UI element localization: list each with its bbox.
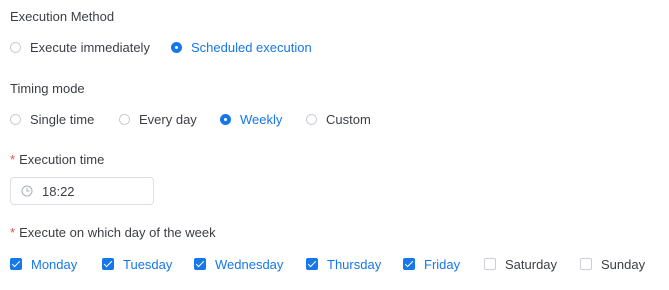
radio-label: Single time bbox=[30, 111, 95, 127]
checkbox-label: Tuesday bbox=[123, 256, 173, 272]
checkbox-box[interactable] bbox=[10, 258, 22, 270]
radio-label: Scheduled execution bbox=[191, 39, 312, 55]
checkbox-label: Monday bbox=[31, 256, 78, 272]
radio-label: Custom bbox=[326, 111, 371, 127]
radio-weekly[interactable]: Weekly bbox=[220, 111, 282, 127]
radio-label: Weekly bbox=[240, 111, 283, 127]
checkbox-box[interactable] bbox=[580, 258, 592, 270]
required-mark: * bbox=[10, 152, 16, 167]
checkbox-label: Friday bbox=[424, 256, 461, 272]
checkbox-box[interactable] bbox=[306, 258, 318, 270]
weekdays-label-text: Execute on which day of the week bbox=[19, 225, 216, 240]
radio-circle[interactable] bbox=[10, 113, 21, 125]
checkbox-sunday[interactable]: Sunday bbox=[580, 256, 645, 272]
radio-circle[interactable] bbox=[220, 113, 231, 125]
checkbox-friday[interactable]: Friday bbox=[403, 256, 460, 272]
weekdays-label: * Execute on which day of the week bbox=[10, 225, 216, 240]
execution-time-label: * Execution time bbox=[10, 152, 104, 167]
checkbox-box[interactable] bbox=[194, 258, 206, 270]
radio-label: Execute immediately bbox=[30, 39, 150, 55]
checkbox-thursday[interactable]: Thursday bbox=[306, 256, 381, 272]
checkbox-box[interactable] bbox=[484, 258, 496, 270]
checkbox-label: Wednesday bbox=[215, 256, 284, 272]
checkbox-monday[interactable]: Monday bbox=[10, 256, 77, 272]
timing-mode-label: Timing mode bbox=[10, 81, 85, 96]
radio-circle[interactable] bbox=[171, 41, 182, 53]
checkbox-tuesday[interactable]: Tuesday bbox=[102, 256, 172, 272]
radio-circle[interactable] bbox=[10, 41, 21, 53]
radio-execute-immediately[interactable]: Execute immediately bbox=[10, 39, 150, 55]
checkbox-wednesday[interactable]: Wednesday bbox=[194, 256, 283, 272]
radio-circle[interactable] bbox=[119, 113, 130, 125]
radio-single-time[interactable]: Single time bbox=[10, 111, 94, 127]
execution-time-label-text: Execution time bbox=[19, 152, 105, 167]
required-mark: * bbox=[10, 225, 16, 240]
radio-circle[interactable] bbox=[306, 113, 317, 125]
radio-scheduled-execution[interactable]: Scheduled execution bbox=[171, 39, 312, 55]
clock-icon bbox=[21, 185, 33, 197]
time-value: 18:22 bbox=[42, 183, 75, 199]
checkbox-saturday[interactable]: Saturday bbox=[484, 256, 557, 272]
checkbox-box[interactable] bbox=[403, 258, 415, 270]
checkbox-box[interactable] bbox=[102, 258, 114, 270]
execution-method-label: Execution Method bbox=[10, 9, 115, 24]
checkbox-label: Sunday bbox=[601, 256, 646, 272]
checkbox-label: Saturday bbox=[505, 256, 558, 272]
radio-label: Every day bbox=[139, 111, 197, 127]
radio-custom[interactable]: Custom bbox=[306, 111, 371, 127]
radio-every-day[interactable]: Every day bbox=[119, 111, 197, 127]
time-picker-input[interactable]: 18:22 bbox=[10, 177, 154, 205]
checkbox-label: Thursday bbox=[327, 256, 382, 272]
